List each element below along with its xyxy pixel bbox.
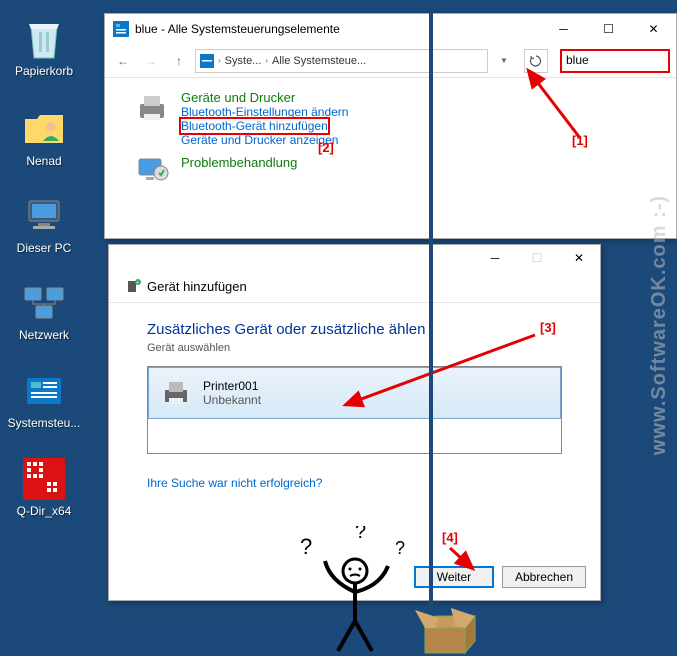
dialog-header: + Gerät hinzufügen — [109, 270, 600, 303]
devices-printers-icon — [135, 90, 169, 124]
recycle-bin-icon — [23, 18, 65, 60]
link-search-unsuccessful[interactable]: Ihre Suche war nicht erfolgreich? — [147, 476, 322, 490]
device-list: Printer001 Unbekannt — [147, 366, 562, 454]
desktop-icon-user-folder[interactable]: Nenad — [6, 108, 82, 168]
close-button[interactable]: ✕ — [631, 14, 676, 44]
breadcrumb-part[interactable]: Alle Systemsteue... — [272, 55, 366, 67]
printer-icon — [159, 376, 193, 410]
forward-button[interactable]: → — [139, 49, 163, 73]
refresh-button[interactable] — [524, 49, 548, 73]
dialog-head-text: Gerät hinzufügen — [147, 279, 247, 294]
cp-item-devices-printers: Geräte und Drucker Bluetooth-Einstellung… — [135, 90, 646, 147]
titlebar[interactable]: blue - Alle Systemsteuerungselemente ─ ☐… — [105, 14, 676, 44]
troubleshooting-icon — [135, 155, 169, 189]
link-show-devices-printers[interactable]: Geräte und Drucker anzeigen — [181, 133, 348, 147]
maximize-button: ☐ — [516, 245, 558, 270]
cp-item-troubleshooting: Problembehandlung — [135, 155, 646, 189]
minimize-button[interactable]: ─ — [541, 14, 586, 44]
network-icon — [23, 282, 65, 324]
desktop-icon-qdir[interactable]: Q-Dir_x64 — [6, 458, 82, 518]
device-item[interactable]: Printer001 Unbekannt — [148, 367, 561, 419]
user-folder-icon — [23, 108, 65, 150]
close-button[interactable]: ✕ — [558, 245, 600, 270]
dialog-subtitle: Gerät auswählen — [147, 342, 562, 354]
desktop-icon-this-pc[interactable]: Dieser PC — [6, 195, 82, 255]
control-panel-icon — [23, 370, 65, 412]
maximize-button[interactable]: ☐ — [586, 14, 631, 44]
breadcrumb[interactable]: › Syste... › Alle Systemsteue... — [195, 49, 488, 73]
window-title: blue - Alle Systemsteuerungselemente — [135, 22, 541, 36]
device-name: Printer001 — [203, 379, 261, 393]
navigation-bar: ← → ↑ › Syste... › Alle Systemsteue... ▼… — [105, 44, 676, 78]
titlebar[interactable]: ─ ☐ ✕ — [109, 245, 600, 270]
device-icon: + — [125, 278, 141, 294]
control-panel-title-icon — [113, 21, 129, 37]
history-dropdown-button[interactable]: ▼ — [492, 49, 516, 73]
cp-category-title: Problembehandlung — [181, 155, 297, 170]
minimize-button[interactable]: ─ — [474, 245, 516, 270]
link-add-bluetooth-device[interactable]: Bluetooth-Gerät hinzufügen — [181, 119, 328, 133]
back-button[interactable]: ← — [111, 49, 135, 73]
desktop-icon-recycle-bin[interactable]: Papierkorb — [6, 18, 82, 78]
this-pc-icon — [23, 195, 65, 237]
control-panel-window: blue - Alle Systemsteuerungselemente ─ ☐… — [104, 13, 677, 239]
search-input[interactable]: blue — [560, 49, 670, 73]
qdir-icon — [23, 458, 65, 500]
add-device-window: ─ ☐ ✕ + Gerät hinzufügen Zusätzliches Ge… — [108, 244, 601, 601]
desktop-icon-network[interactable]: Netzwerk — [6, 282, 82, 342]
device-status: Unbekannt — [203, 393, 261, 407]
up-button[interactable]: ↑ — [167, 49, 191, 73]
dialog-title: Zusätzliches Gerät oder zusätzliche ähle… — [147, 321, 562, 338]
svg-text:+: + — [136, 280, 139, 286]
cp-category-title: Geräte und Drucker — [181, 90, 348, 105]
breadcrumb-part[interactable]: Syste... — [225, 55, 262, 67]
link-bluetooth-settings[interactable]: Bluetooth-Einstellungen ändern — [181, 105, 348, 119]
control-panel-icon — [200, 54, 214, 68]
desktop-icon-control-panel[interactable]: Systemsteu... — [6, 370, 82, 430]
cancel-button[interactable]: Abbrechen — [502, 566, 586, 588]
next-button[interactable]: Weiter — [414, 566, 494, 588]
